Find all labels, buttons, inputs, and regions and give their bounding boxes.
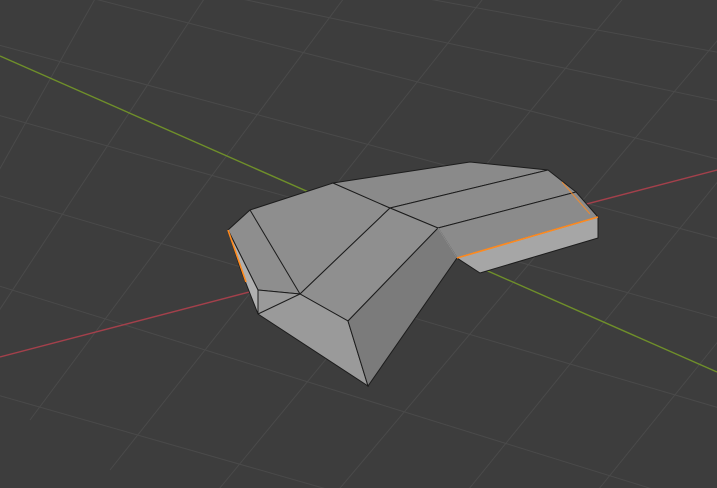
viewport-canvas[interactable] <box>0 0 717 488</box>
3d-viewport[interactable] <box>0 0 717 488</box>
